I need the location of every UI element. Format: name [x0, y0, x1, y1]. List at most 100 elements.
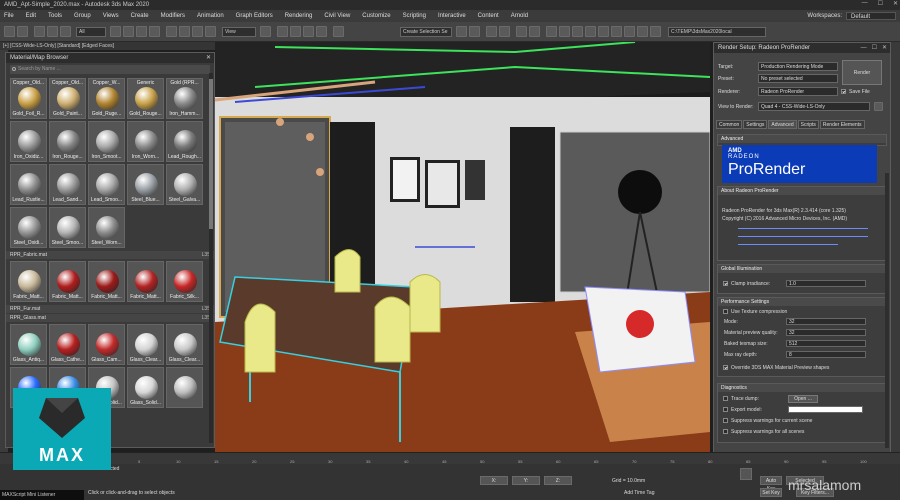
suppress-current-checkbox[interactable]	[723, 418, 728, 423]
menu-file[interactable]: File	[4, 13, 14, 19]
arnold-render-icon[interactable]	[624, 26, 635, 37]
window-crossing-icon[interactable]	[149, 26, 160, 37]
auto-key-button[interactable]: Auto Key	[760, 476, 782, 492]
menu-scripting[interactable]: Scripting	[403, 13, 426, 19]
tab-render-elements[interactable]: Render Elements	[819, 120, 865, 129]
material-swatch[interactable]	[166, 367, 203, 408]
render-in-cloud-icon[interactable]	[598, 26, 609, 37]
material-swatch[interactable]: Lead_Rustle...	[10, 164, 47, 205]
select-object-icon[interactable]	[110, 26, 121, 37]
material-swatch[interactable]: Steel_Blue...	[127, 164, 164, 205]
about-link-3[interactable]	[738, 244, 838, 245]
render-setup-icon[interactable]	[559, 26, 570, 37]
move-icon[interactable]	[166, 26, 177, 37]
material-swatch[interactable]: Lead_Smoo...	[88, 164, 125, 205]
edit-named-selection-icon[interactable]	[333, 26, 344, 37]
performance-rollout-header[interactable]: Performance Settings	[718, 298, 886, 306]
select-by-name-icon[interactable]	[123, 26, 134, 37]
timeline[interactable]: 0510152025303540455055606570758085909510…	[0, 452, 900, 464]
bind-space-warp-icon[interactable]	[60, 26, 71, 37]
tab-settings[interactable]: Settings	[743, 120, 768, 129]
material-swatch[interactable]: Glass_Antiq...	[10, 324, 47, 365]
placement-icon[interactable]	[205, 26, 216, 37]
material-swatch[interactable]: Iron_Oxidiz...	[10, 121, 47, 162]
selection-filter-dropdown[interactable]: All	[76, 27, 106, 37]
material-swatch[interactable]: Iron_Worn...	[127, 121, 164, 162]
material-swatch[interactable]: Copper_W... Gold_Ruge...	[88, 78, 125, 119]
material-swatch[interactable]: Glass_Cathe...	[49, 324, 86, 365]
align-icon[interactable]	[469, 26, 480, 37]
texture-compression-checkbox[interactable]	[723, 309, 728, 314]
export-model-input[interactable]	[788, 406, 863, 413]
material-swatch[interactable]: Fabric_Matt...	[127, 261, 164, 302]
material-swatch[interactable]: Steel_Galva...	[166, 164, 203, 205]
lock-icon[interactable]	[874, 102, 883, 111]
view-to-render-dropdown[interactable]: Quad 4 - CSS-Wide-LS-Only	[758, 102, 870, 111]
material-swatch[interactable]: Lead_Sand...	[49, 164, 86, 205]
maximize-icon[interactable]: ☐	[872, 43, 877, 53]
spinner-snap-icon[interactable]	[316, 26, 327, 37]
redo-icon[interactable]	[17, 26, 28, 37]
render-production-icon[interactable]	[585, 26, 596, 37]
close-icon[interactable]: ✕	[882, 43, 887, 53]
angle-snap-icon[interactable]	[290, 26, 301, 37]
add-time-tag[interactable]: Add Time Tag	[624, 490, 654, 496]
about-rollout-header[interactable]: About Radeon ProRender	[718, 187, 886, 195]
unlink-icon[interactable]	[47, 26, 58, 37]
menu-animation[interactable]: Animation	[197, 13, 224, 19]
baked-texmap-input[interactable]: 512	[786, 340, 866, 347]
tab-advanced[interactable]: Advanced	[768, 120, 797, 129]
material-swatch[interactable]: Steel_Worn...	[88, 207, 125, 248]
set-key-button[interactable]: Set Key	[760, 488, 782, 497]
preset-dropdown[interactable]: No preset selected	[758, 74, 838, 83]
material-browser-scrollbar[interactable]	[209, 73, 213, 443]
material-swatch[interactable]: Fabric_Matt...	[88, 261, 125, 302]
render-setup-scrollbar[interactable]	[885, 173, 889, 448]
menu-customize[interactable]: Customize	[362, 13, 390, 19]
percent-snap-icon[interactable]	[303, 26, 314, 37]
gi-rollout-header[interactable]: Global Illumination	[718, 265, 886, 273]
z-coordinate[interactable]: Z:	[544, 476, 572, 485]
menu-rendering[interactable]: Rendering	[285, 13, 313, 19]
render-setup-title-bar[interactable]: Render Setup: Radeon ProRender — ☐ ✕	[714, 43, 890, 53]
arnold-ipr-icon[interactable]	[637, 26, 648, 37]
mirror-icon[interactable]	[456, 26, 467, 37]
material-library-header[interactable]: RPR_Fabric.mat L35	[6, 251, 214, 259]
y-coordinate[interactable]: Y:	[512, 476, 540, 485]
minimize-icon[interactable]: —	[861, 43, 867, 53]
ribbon-toggle-icon[interactable]	[499, 26, 510, 37]
menu-group[interactable]: Group	[74, 13, 91, 19]
tab-scripts[interactable]: Scripts	[797, 120, 819, 129]
open-button[interactable]: Open ...	[788, 395, 818, 403]
undo-icon[interactable]	[4, 26, 15, 37]
material-swatch[interactable]: Steel_Oxidi...	[10, 207, 47, 248]
renderer-dropdown[interactable]: Radeon ProRender	[758, 87, 838, 96]
save-file-checkbox[interactable]	[841, 89, 846, 94]
diagnostics-rollout-header[interactable]: Diagnostics	[718, 384, 886, 392]
material-swatch[interactable]: Glass_Cam...	[88, 324, 125, 365]
max-ray-depth-input[interactable]: 8	[786, 351, 866, 358]
material-swatch[interactable]: Glass_Clear...	[166, 324, 203, 365]
material-swatch[interactable]: Iron_Smoot...	[88, 121, 125, 162]
menu-arnold[interactable]: Arnold	[511, 13, 528, 19]
about-link-1[interactable]	[738, 228, 868, 229]
trace-dump-checkbox[interactable]	[723, 396, 728, 401]
material-swatch[interactable]: Glass_Solid...	[127, 367, 164, 408]
material-library-header[interactable]: RPR_Fur.mat L35	[6, 305, 214, 313]
link-icon[interactable]	[34, 26, 45, 37]
close-icon[interactable]: ✕	[206, 53, 211, 63]
export-model-checkbox[interactable]	[723, 407, 728, 412]
x-coordinate[interactable]: X:	[480, 476, 508, 485]
viewport-label[interactable]: [+] [CSS-Wide-LS-Only] [Standard] [Edged…	[0, 42, 215, 50]
menu-views[interactable]: Views	[103, 13, 119, 19]
about-link-2[interactable]	[738, 236, 868, 237]
material-swatch[interactable]: Fabric_Matt...	[49, 261, 86, 302]
material-preview-input[interactable]: 32	[786, 329, 866, 336]
layer-explorer-icon[interactable]	[486, 26, 497, 37]
scene-canvas[interactable]	[215, 42, 710, 452]
menu-graph-editors[interactable]: Graph Editors	[236, 13, 273, 19]
clamp-irradiance-checkbox[interactable]	[723, 281, 728, 286]
override-preview-checkbox[interactable]	[723, 365, 728, 370]
a360-gallery-icon[interactable]	[611, 26, 622, 37]
suppress-all-checkbox[interactable]	[723, 429, 728, 434]
